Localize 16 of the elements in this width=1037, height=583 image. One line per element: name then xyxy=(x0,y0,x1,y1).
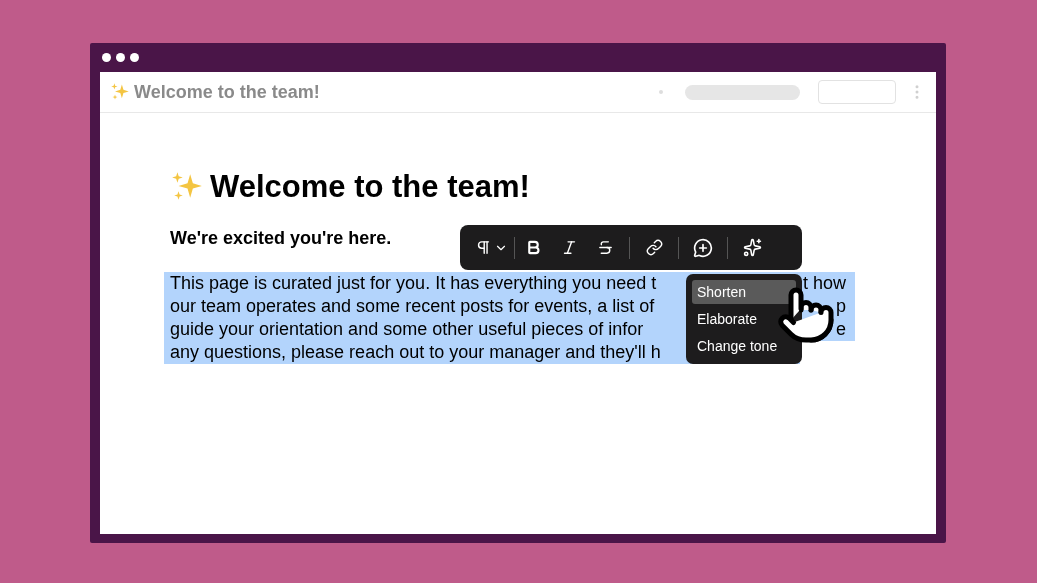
menu-item[interactable]: Change tone xyxy=(692,334,796,358)
link-icon xyxy=(645,239,663,256)
document-subtitle: We're excited you're here. xyxy=(169,227,392,250)
paragraph-text: our team operates and some recent posts for events, a list of xyxy=(170,295,655,318)
strikethrough-icon xyxy=(596,239,614,256)
page-title: Welcome to the team! xyxy=(134,80,320,104)
document-title: Welcome to the team! xyxy=(210,168,530,206)
paragraph-text: any questions, please reach out to your manager and they'll h xyxy=(170,341,661,364)
paragraph-text: guide your orientation and some other useful pieces of infor xyxy=(170,318,644,341)
sparkles-icon xyxy=(742,238,762,257)
paragraph-text: e xyxy=(836,318,846,341)
comment-plus-icon xyxy=(693,237,713,258)
paragraph-text: t how xyxy=(802,272,846,295)
paragraph-text: This page is curated just for you. It has everything you need t xyxy=(170,272,657,295)
paragraph-text: p xyxy=(836,295,846,318)
menu-item[interactable]: Shorten xyxy=(692,280,796,304)
